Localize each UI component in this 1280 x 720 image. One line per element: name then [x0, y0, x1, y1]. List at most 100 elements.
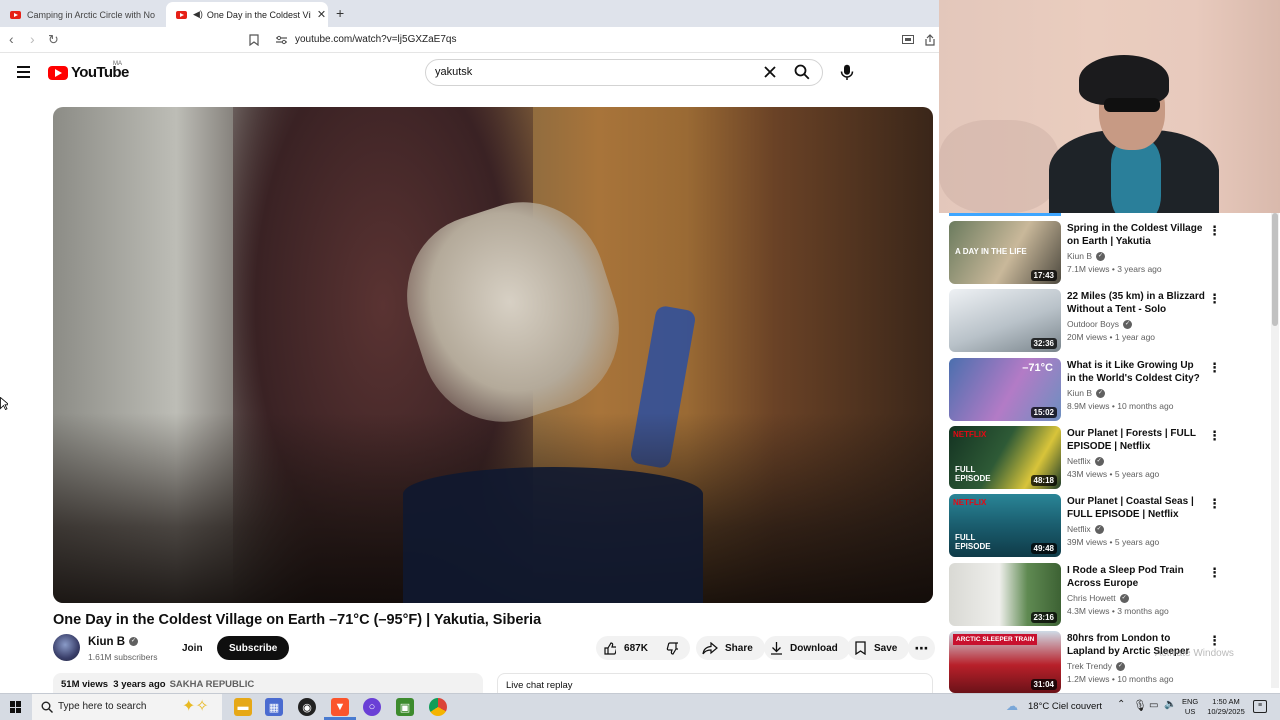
tab-coldest-village[interactable]: ◀) One Day in the Coldest Villag ✕ [166, 2, 328, 27]
channel-text[interactable]: Kiun B [1067, 388, 1092, 398]
video-thumbnail[interactable]: A DAY IN THE LIFE 17:43 [949, 221, 1061, 284]
recommendation-item[interactable]: 23:16 I Rode a Sleep Pod Train Across Eu… [949, 563, 1239, 627]
new-tab-button[interactable]: + [336, 5, 344, 21]
calculator-icon[interactable]: ▦ [265, 698, 283, 716]
chrome-icon[interactable] [429, 698, 447, 716]
download-label: Download [790, 642, 838, 654]
video-thumbnail[interactable]: ARCTIC SLEEPER TRAIN 31:04 [949, 631, 1061, 693]
video-thumbnail[interactable]: NETFLIX FULL EPISODE 48:18 [949, 426, 1061, 489]
recommendation-title[interactable]: I Rode a Sleep Pod Train Across Europe [1067, 564, 1205, 590]
recommendation-channel[interactable]: Netflix ✓ [1067, 524, 1104, 535]
microphone-icon[interactable] [840, 64, 854, 81]
video-thumbnail[interactable]: 23:16 [949, 563, 1061, 626]
youtube-logo[interactable]: YouTube MA [48, 61, 129, 81]
share-page-icon[interactable] [924, 34, 936, 46]
join-button[interactable]: Join [170, 636, 215, 660]
recommendation-channel[interactable]: Chris Howett ✓ [1067, 593, 1129, 604]
menu-icon[interactable] [17, 66, 30, 78]
channel-text[interactable]: Outdoor Boys [1067, 319, 1119, 329]
video-thumbnail[interactable]: –71°C 15:02 [949, 358, 1061, 421]
taskbar-search-box[interactable]: Type here to search ✦✧ [32, 694, 222, 720]
recommendation-channel[interactable]: Netflix ✓ [1067, 456, 1104, 467]
recommendation-title[interactable]: Our Planet | Coastal Seas | FULL EPISODE… [1067, 495, 1205, 521]
recommendation-channel[interactable]: Kiun B ✓ [1067, 388, 1106, 399]
close-tab-icon[interactable]: ✕ [317, 8, 326, 21]
url-text[interactable]: youtube.com/watch?v=lj5GXZaE7qs [295, 34, 456, 45]
recommendation-channel[interactable]: Kiun B ✓ [1067, 251, 1106, 262]
like-icon[interactable] [604, 641, 617, 655]
back-icon[interactable]: ‹ [9, 31, 14, 47]
recommendation-item[interactable]: –71°C 15:02 What is it Like Growing Up i… [949, 358, 1239, 422]
recommendation-item[interactable]: NETFLIX FULL EPISODE 48:18 Our Planet | … [949, 426, 1239, 490]
brave-browser-icon[interactable]: ▼ [331, 698, 349, 716]
tray-chevron-icon[interactable]: ⌃ [1117, 699, 1125, 710]
windows-start-icon[interactable] [10, 701, 22, 713]
bookmark-icon[interactable] [249, 34, 259, 46]
reload-icon[interactable]: ↻ [48, 32, 59, 48]
recommendation-channel[interactable]: Outdoor Boys ✓ [1067, 319, 1132, 330]
clock[interactable]: 1:50 AM 10/29/2025 [1200, 697, 1252, 717]
more-actions-icon[interactable]: ⋯ [908, 636, 935, 660]
video-thumbnail[interactable]: 32:36 [949, 289, 1061, 352]
share-button[interactable]: Share [696, 636, 765, 660]
subscribe-button[interactable]: Subscribe [217, 636, 290, 660]
recommendation-title[interactable]: Spring in the Coldest Village on Earth |… [1067, 222, 1205, 248]
sidebar-scrollbar[interactable] [1271, 213, 1279, 688]
recommendation-item[interactable]: A DAY IN THE LIFE 17:43 Spring in the Co… [949, 221, 1239, 285]
recommendation-item[interactable]: ARCTIC SLEEPER TRAIN 31:04 80hrs from Lo… [949, 631, 1239, 695]
cast-icon[interactable] [902, 35, 914, 45]
live-chat-replay[interactable]: Live chat replay [497, 673, 933, 695]
recommendation-item[interactable]: NETFLIX FULL EPISODE 49:48 Our Planet | … [949, 494, 1239, 558]
more-options-icon[interactable]: ⋮ [1208, 565, 1221, 581]
more-options-icon[interactable]: ⋮ [1208, 633, 1221, 649]
site-settings-icon[interactable] [276, 35, 287, 45]
save-button[interactable]: Save [847, 636, 910, 660]
verified-icon: ✓ [1094, 457, 1104, 467]
more-options-icon[interactable]: ⋮ [1208, 223, 1221, 239]
more-options-icon[interactable]: ⋮ [1208, 360, 1221, 376]
download-button[interactable]: Download [764, 636, 850, 660]
channel-text[interactable]: Chris Howett [1067, 593, 1116, 603]
channel-name[interactable]: Kiun B ✓ [88, 636, 139, 648]
more-options-icon[interactable]: ⋮ [1208, 428, 1221, 444]
minecraft-icon[interactable]: ▣ [396, 698, 414, 716]
recommendation-channel[interactable]: Trek Trendy ✓ [1067, 661, 1126, 672]
microphone-tray-icon[interactable]: 🎙 [1133, 699, 1147, 712]
more-options-icon[interactable]: ⋮ [1208, 291, 1221, 307]
video-player[interactable] [53, 107, 933, 603]
like-count[interactable]: 687K [624, 643, 648, 654]
description-box[interactable]: 51M views 3 years ago SAKHA REPUBLIC [53, 673, 483, 695]
verified-icon: ✓ [1096, 389, 1106, 399]
search-icon[interactable] [794, 64, 810, 80]
recommendation-title[interactable]: What is it Like Growing Up in the World'… [1067, 359, 1205, 385]
recommendation-title[interactable]: 22 Miles (35 km) in a Blizzard Without a… [1067, 290, 1205, 316]
recommendation-title[interactable]: Our Planet | Forests | FULL EPISODE | Ne… [1067, 427, 1205, 453]
search-input[interactable]: yakutsk [435, 66, 472, 78]
obs-icon[interactable]: ◉ [298, 698, 316, 716]
dislike-icon[interactable] [666, 641, 678, 655]
forward-icon[interactable]: › [30, 31, 35, 47]
mouse-cursor-icon [0, 397, 8, 410]
channel-text[interactable]: Kiun B [1067, 251, 1092, 261]
channel-text[interactable]: Netflix [1067, 524, 1091, 534]
video-thumbnail[interactable]: NETFLIX FULL EPISODE 49:48 [949, 494, 1061, 557]
language-indicator[interactable]: ENG US [1182, 697, 1198, 717]
network-icon[interactable]: ▭ [1149, 700, 1158, 711]
search-icon [41, 701, 53, 713]
clear-search-icon[interactable] [764, 66, 776, 78]
recommendation-item[interactable]: 32:36 22 Miles (35 km) in a Blizzard Wit… [949, 289, 1239, 353]
tab-camping[interactable]: Camping in Arctic Circle with No Tent [0, 2, 163, 27]
channel-avatar[interactable] [53, 634, 80, 661]
file-explorer-icon[interactable]: ▬ [234, 698, 252, 716]
channel-text[interactable]: Trek Trendy [1067, 661, 1112, 671]
app-circle-icon[interactable]: ○ [363, 698, 381, 716]
channel-name-text[interactable]: Kiun B [88, 636, 125, 648]
notification-icon[interactable]: ≡ [1253, 700, 1267, 713]
channel-text[interactable]: Netflix [1067, 456, 1091, 466]
more-options-icon[interactable]: ⋮ [1208, 496, 1221, 512]
weather-text[interactable]: 18°C Ciel couvert [1028, 701, 1102, 712]
location-tag[interactable]: SAKHA REPUBLIC [170, 679, 255, 690]
scrollbar-thumb[interactable] [1272, 213, 1278, 326]
taskbar-search-placeholder[interactable]: Type here to search [58, 701, 146, 712]
volume-icon[interactable]: 🔈 [1164, 699, 1176, 710]
